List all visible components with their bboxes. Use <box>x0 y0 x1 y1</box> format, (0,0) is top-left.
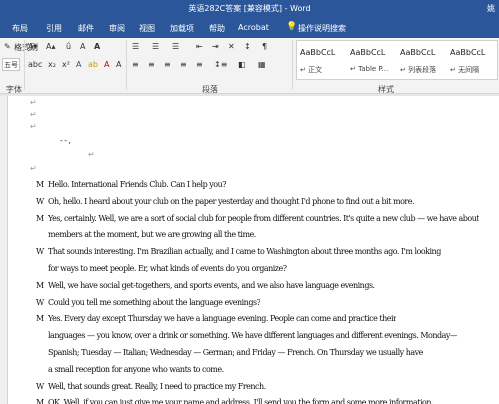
strikethrough-icon[interactable]: abc <box>28 60 42 69</box>
separator <box>292 40 293 90</box>
distributed-icon[interactable]: ≡ <box>196 60 203 69</box>
dialogue-line: Could you tell me something about the la… <box>48 298 261 307</box>
tab-acrobat[interactable]: Acrobat <box>238 23 269 32</box>
align-right-icon[interactable]: ≡ <box>164 60 171 69</box>
align-center-icon[interactable]: ≡ <box>148 60 155 69</box>
shading-icon[interactable]: ◧ <box>238 60 246 69</box>
clear-format-icon[interactable]: A <box>80 42 85 51</box>
dialogue-line: a small reception for anyone who wants t… <box>48 365 224 374</box>
dialogue-line: Spanish; Tuesday — Italian; Wednesday — … <box>48 348 423 357</box>
style-table-paragraph[interactable]: AaBbCcL ↵ Table P... <box>347 41 397 79</box>
numbering-icon[interactable]: ☰ <box>152 42 159 51</box>
dialogue-line: Well, that sounds great. Really, I need … <box>48 382 266 391</box>
chinese-layout-icon[interactable]: ✕ <box>228 42 235 51</box>
vertical-ruler <box>0 96 8 404</box>
sort-icon[interactable]: ↕ <box>244 42 251 51</box>
tab-addins[interactable]: 加载项 <box>170 23 194 34</box>
format-painter-icon[interactable]: ✎ <box>4 42 11 51</box>
style-normal[interactable]: AaBbCcL ↵ 正文 <box>297 41 347 79</box>
dialogue-line: for ways to meet people. Er, what kinds … <box>48 264 287 273</box>
paragraph-mark: ↵ <box>30 122 37 131</box>
decrease-font-icon[interactable]: A▾ <box>28 42 38 51</box>
style-name: ↵ 无间隔 <box>450 66 480 74</box>
separator <box>24 40 25 90</box>
dialogue-line: Well, we have social get-togethers, and … <box>48 281 375 290</box>
font-color-icon[interactable]: A <box>104 60 109 69</box>
ribbon-tabs: 布局 引用 邮件 审阅 视图 加载项 帮助 Acrobat 💡 操作说明搜索 <box>0 18 499 38</box>
highlight-icon[interactable]: ab <box>88 60 98 69</box>
paragraph-mark: ↵ <box>30 164 37 173</box>
lightbulb-icon: 💡 <box>286 22 298 32</box>
styles-gallery: AaBbCcL ↵ 正文 AaBbCcL ↵ Table P... AaBbCc… <box>296 40 498 80</box>
style-no-spacing[interactable]: AaBbCcL ↵ 无间隔 <box>447 41 497 79</box>
char-shading-icon[interactable]: A <box>116 60 121 69</box>
style-sample: AaBbCcL <box>450 48 486 57</box>
line-spacing-icon[interactable]: ↕≡ <box>214 60 227 69</box>
document-page[interactable]: ↵ ↵ ↵ - - , ↵ ↵ M Hello. International Fr… <box>0 96 499 404</box>
style-name: ↵ 正文 <box>300 66 323 74</box>
style-sample: AaBbCcL <box>400 48 436 57</box>
style-sample: AaBbCcL <box>300 48 336 57</box>
style-name: ↵ 列表段落 <box>400 66 437 74</box>
group-label-font: 字体 <box>6 85 22 94</box>
style-name: ↵ Table P... <box>350 65 389 73</box>
speaker-label: M <box>36 398 44 404</box>
speaker-label: W <box>36 197 44 206</box>
dialogue-line: Yes. Every day except Thursday we have a… <box>48 314 397 323</box>
dialogue-line: Oh, hello. I heard about your club on th… <box>48 197 414 206</box>
bullets-icon[interactable]: ☰ <box>132 42 139 51</box>
dialogue-line: Yes, certainly. Well, we are a sort of s… <box>48 214 480 223</box>
dialogue-line: members at the moment, but we are growin… <box>48 230 256 239</box>
tab-layout[interactable]: 布局 <box>12 23 28 34</box>
text-effects-icon[interactable]: A <box>76 60 81 69</box>
tab-mailings[interactable]: 邮件 <box>78 23 94 34</box>
font-size-value: 五号 <box>4 61 18 69</box>
ellipsis-text: - - , <box>60 136 71 145</box>
speaker-label: W <box>36 247 44 256</box>
group-label-paragraph: 段落 <box>202 85 218 94</box>
tab-references[interactable]: 引用 <box>46 23 62 34</box>
speaker-label: M <box>36 214 44 223</box>
tell-me-search[interactable]: 操作说明搜索 <box>298 23 346 34</box>
dialogue-line: OK. Well, if you can just give me your n… <box>48 398 434 404</box>
increase-indent-icon[interactable]: ⇥ <box>212 42 219 51</box>
style-list-paragraph[interactable]: AaBbCcL ↵ 列表段落 <box>397 41 447 79</box>
increase-font-icon[interactable]: A▴ <box>46 42 56 51</box>
align-left-icon[interactable]: ≡ <box>132 60 139 69</box>
user-initial[interactable]: 姚 <box>487 3 495 14</box>
paragraph-mark: ↵ <box>30 98 37 107</box>
separator <box>126 40 127 90</box>
speaker-label: M <box>36 314 44 323</box>
tab-help[interactable]: 帮助 <box>209 23 225 34</box>
show-marks-icon[interactable]: ¶ <box>262 42 267 51</box>
style-sample: AaBbCcL <box>350 48 386 57</box>
paragraph-mark: ↵ <box>30 110 37 119</box>
dialogue-line: Hello. International Friends Club. Can I… <box>48 180 227 189</box>
speaker-label: M <box>36 180 44 189</box>
speaker-label: W <box>36 382 44 391</box>
paragraph-mark: ↵ <box>88 150 95 159</box>
char-border-icon[interactable]: A <box>94 42 100 51</box>
decrease-indent-icon[interactable]: ⇤ <box>196 42 203 51</box>
dialogue-line: That sounds interesting. I'm Brazilian a… <box>48 247 441 256</box>
phonetic-icon[interactable]: ǘ <box>66 42 71 51</box>
document-area[interactable]: ↵ ↵ ↵ - - , ↵ ↵ M Hello. International Fr… <box>0 96 499 404</box>
justify-icon[interactable]: ≡ <box>180 60 187 69</box>
subscript-icon[interactable]: x₂ <box>48 60 56 69</box>
tab-view[interactable]: 视图 <box>139 23 155 34</box>
tab-review[interactable]: 审阅 <box>109 23 125 34</box>
window-title: 英语282C答案 [兼容模式] - Word <box>188 4 311 13</box>
group-labels: 字体 段落 样式 <box>0 84 499 96</box>
speaker-label: W <box>36 298 44 307</box>
group-label-styles: 样式 <box>378 85 394 94</box>
title-bar: 英语282C答案 [兼容模式] - Word 姚 <box>0 0 499 18</box>
multilevel-list-icon[interactable]: ☰ <box>172 42 179 51</box>
superscript-icon[interactable]: x² <box>62 60 70 69</box>
dialogue-line: languages — you know, over a drink or so… <box>48 331 458 340</box>
borders-icon[interactable]: ▦ <box>258 60 266 69</box>
speaker-label: M <box>36 281 44 290</box>
